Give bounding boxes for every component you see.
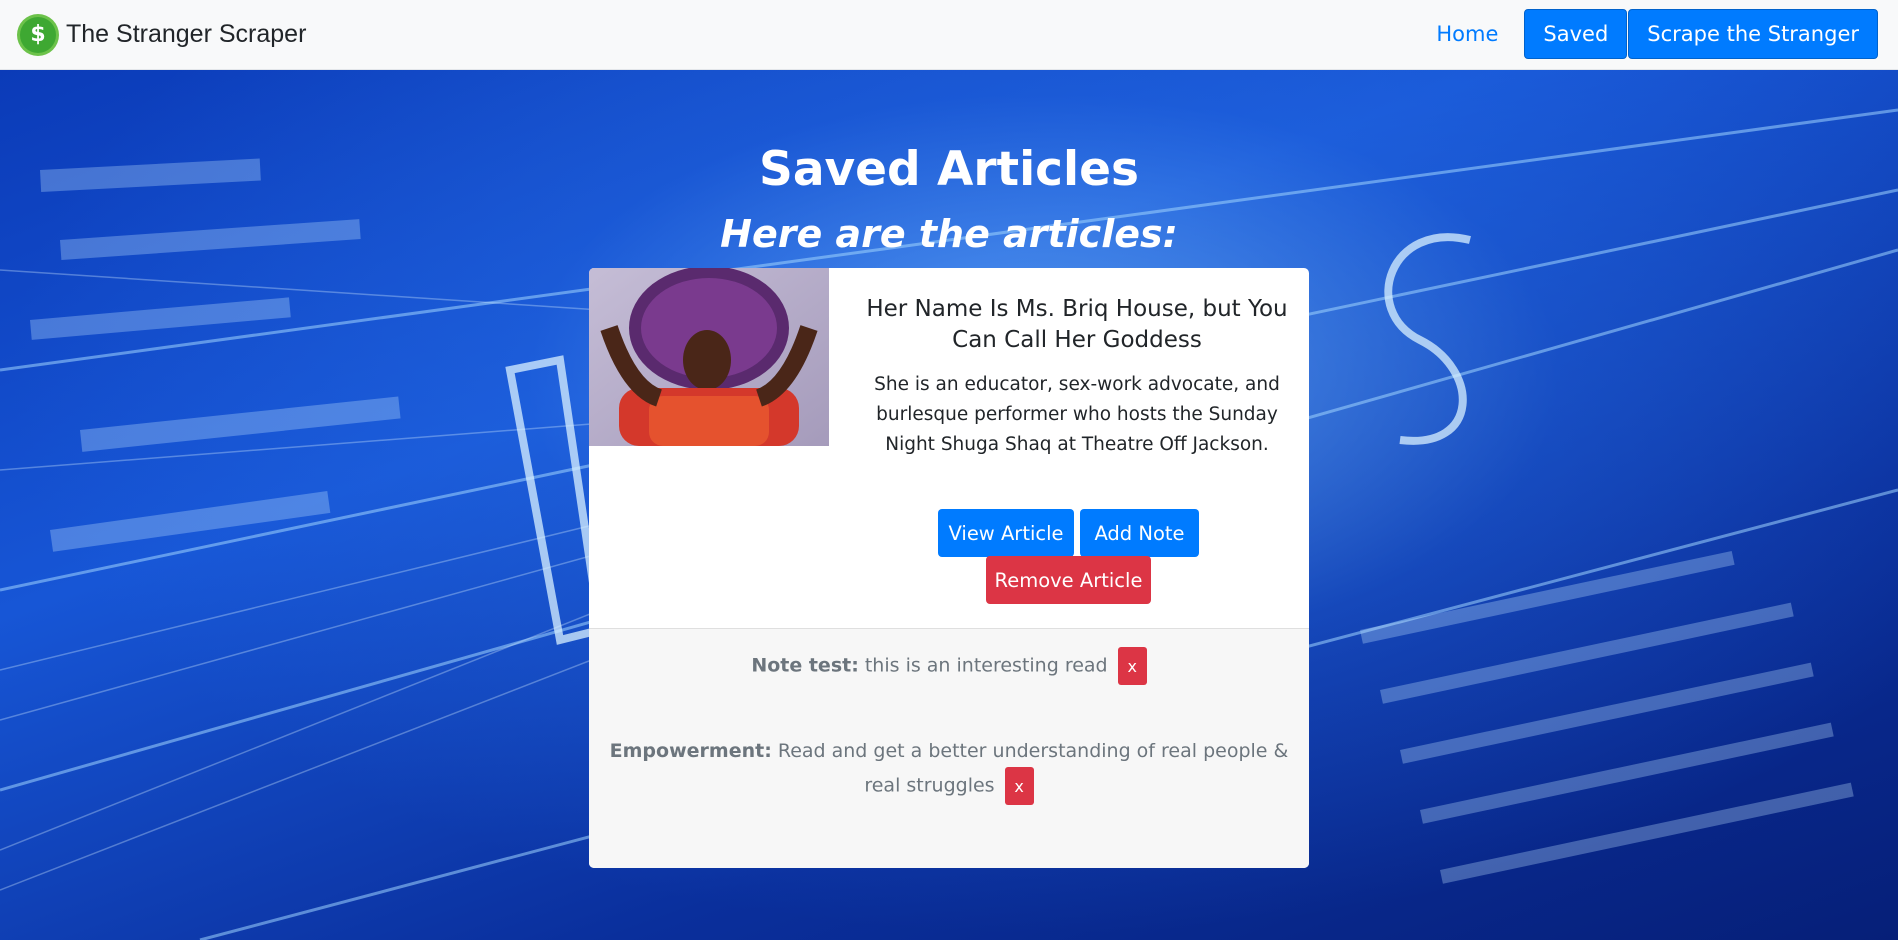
scrape-button[interactable]: Scrape the Stranger [1628, 9, 1878, 59]
dollar-badge-icon: $ [20, 16, 56, 53]
brand-name: The Stranger Scraper [66, 20, 307, 48]
delete-note-button[interactable]: x [1117, 647, 1147, 685]
note-item: Empowerment: Read and get a better under… [609, 736, 1289, 805]
note-body: this is an interesting read [864, 654, 1108, 677]
delete-note-button[interactable]: x [1004, 767, 1034, 805]
page-title: Saved Articles [758, 142, 1140, 197]
brand[interactable]: $ The Stranger Scraper [20, 16, 307, 53]
article-title: Her Name Is Ms. Briq House, but You Can … [866, 296, 1288, 353]
view-article-button[interactable]: View Article [938, 509, 1074, 557]
note-title: Note test: [751, 654, 859, 677]
article-card: Her Name Is Ms. Briq House, but You Can … [589, 268, 1309, 868]
nav-links: Home Saved Scrape the Stranger [1436, 9, 1878, 59]
nav-home-link[interactable]: Home [1436, 22, 1498, 46]
navbar: $ The Stranger Scraper Home Saved Scrape… [0, 0, 1898, 70]
add-note-button[interactable]: Add Note [1080, 509, 1199, 557]
saved-button[interactable]: Saved [1524, 9, 1628, 59]
remove-article-button[interactable]: Remove Article [986, 556, 1151, 604]
note-item: Note test: this is an interesting read x [609, 647, 1289, 685]
page-subtitle: Here are the articles: [720, 212, 1178, 256]
note-title: Empowerment: [609, 740, 772, 762]
notes-section: Note test: this is an interesting read x… [589, 628, 1309, 868]
article-thumbnail [589, 268, 829, 446]
article-summary: She is an educator, sex-work advocate, a… [874, 374, 1280, 455]
